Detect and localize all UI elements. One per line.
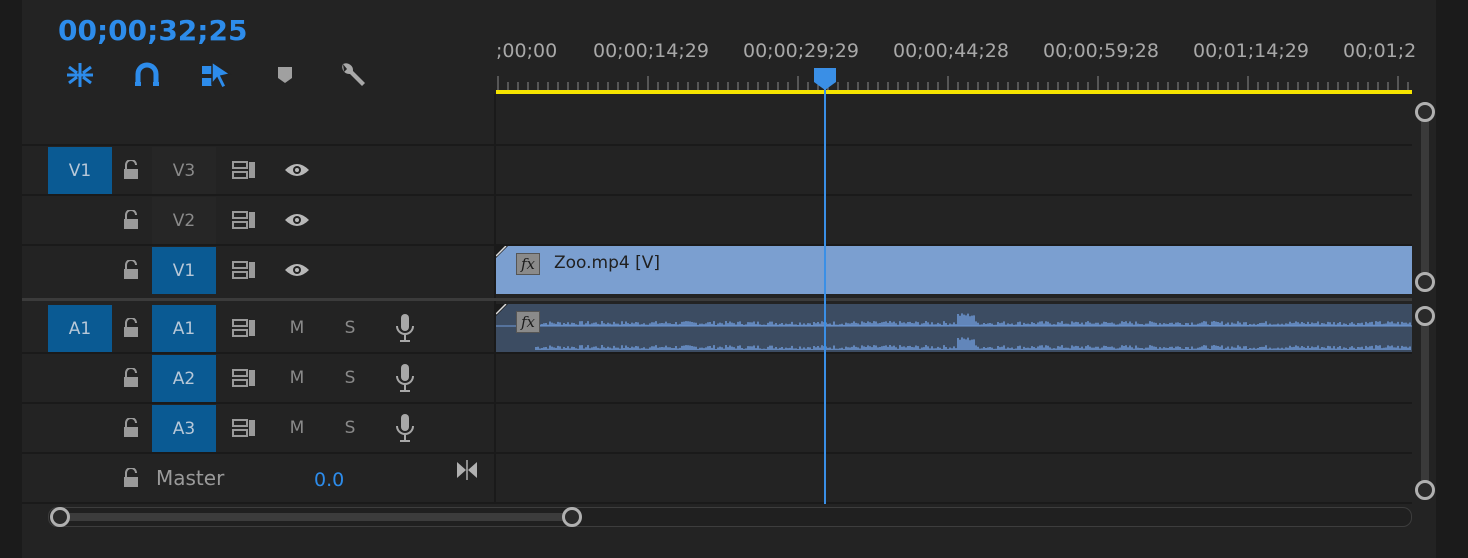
lock-icon[interactable] [116, 205, 146, 235]
zoom-scrollbar-thumb[interactable] [60, 513, 572, 521]
track-name-a3[interactable]: A3 [152, 405, 216, 452]
scroll-handle[interactable] [1415, 272, 1435, 292]
playhead-handle[interactable] [812, 66, 838, 92]
ruler-label: 00;00;14;29 [593, 40, 709, 62]
ruler-label: 00;00;29;29 [743, 40, 859, 62]
ruler-label: 00;01;2 [1343, 40, 1417, 62]
track-separator [22, 502, 1412, 504]
sync-lock-icon[interactable] [228, 256, 260, 284]
video-vertical-scrollbar[interactable] [1421, 112, 1429, 282]
source-patch-v1[interactable]: V1 [48, 147, 112, 194]
microphone-icon[interactable] [389, 312, 421, 344]
wrench-settings-icon[interactable] [336, 60, 368, 90]
track-name-v1[interactable]: V1 [152, 247, 216, 294]
scroll-handle[interactable] [1415, 480, 1435, 500]
playhead-line[interactable] [824, 86, 826, 504]
audio-vertical-scrollbar[interactable] [1421, 316, 1429, 490]
snap-magnet-icon[interactable] [131, 60, 163, 90]
add-marker-icon[interactable] [269, 60, 301, 90]
audio-waveform [496, 313, 1412, 350]
master-volume-value[interactable]: 0.0 [314, 469, 344, 491]
track-name-v3[interactable]: V3 [152, 147, 216, 194]
microphone-icon[interactable] [389, 362, 421, 394]
lock-icon[interactable] [116, 313, 146, 343]
fx-badge[interactable]: fx [516, 253, 540, 275]
sync-lock-icon[interactable] [228, 364, 260, 392]
lock-icon[interactable] [116, 413, 146, 443]
left-gutter [0, 0, 22, 558]
eye-icon[interactable] [281, 206, 313, 234]
solo-button[interactable]: S [334, 364, 366, 392]
ruler-label: 00;00;44;28 [893, 40, 1009, 62]
ruler-label: 00;00;59;28 [1043, 40, 1159, 62]
ruler-label: 00;01;14;29 [1193, 40, 1309, 62]
track-separator [22, 402, 1412, 404]
scroll-handle[interactable] [1415, 306, 1435, 326]
microphone-icon[interactable] [389, 412, 421, 444]
scroll-handle[interactable] [1415, 102, 1435, 122]
track-separator [22, 452, 1412, 454]
track-name-a1[interactable]: A1 [152, 305, 216, 352]
zoom-handle-left[interactable] [50, 507, 70, 527]
solo-button[interactable]: S [334, 314, 366, 342]
nest-sequences-icon[interactable] [64, 60, 96, 90]
mute-button[interactable]: M [281, 314, 313, 342]
sync-lock-icon[interactable] [228, 206, 260, 234]
fx-badge[interactable]: fx [516, 311, 540, 333]
sync-lock-icon[interactable] [228, 314, 260, 342]
time-ruler[interactable]: ;00;00 00;00;14;29 00;00;29;29 00;00;44;… [496, 30, 1416, 94]
sync-lock-icon[interactable] [228, 414, 260, 442]
solo-button[interactable]: S [334, 414, 366, 442]
lock-icon[interactable] [116, 363, 146, 393]
video-audio-divider[interactable] [22, 298, 1412, 301]
video-clip-name: Zoo.mp4 [V] [554, 253, 661, 273]
mute-button[interactable]: M [281, 414, 313, 442]
track-separator [22, 194, 1412, 196]
playhead-timecode[interactable]: 00;00;32;25 [58, 14, 247, 47]
eye-icon[interactable] [281, 156, 313, 184]
ruler-label: ;00;00 [496, 40, 558, 62]
clip-start-marker-icon [496, 246, 508, 258]
lock-icon[interactable] [116, 255, 146, 285]
right-gutter [1436, 0, 1468, 558]
master-track-label: Master [156, 466, 225, 490]
mute-button[interactable]: M [281, 364, 313, 392]
linked-selection-icon[interactable] [200, 60, 232, 90]
source-patch-a1[interactable]: A1 [48, 305, 112, 352]
eye-icon[interactable] [281, 256, 313, 284]
clip-start-marker-icon [496, 304, 508, 316]
track-name-a2[interactable]: A2 [152, 355, 216, 402]
lock-icon[interactable] [116, 155, 146, 185]
lock-icon[interactable] [116, 463, 146, 493]
track-separator [22, 352, 1412, 354]
zoom-handle-right[interactable] [562, 507, 582, 527]
track-name-v2[interactable]: V2 [152, 197, 216, 244]
sync-lock-icon[interactable] [228, 156, 260, 184]
go-to-edit-point-icon[interactable] [452, 456, 482, 484]
track-separator [22, 144, 1412, 146]
